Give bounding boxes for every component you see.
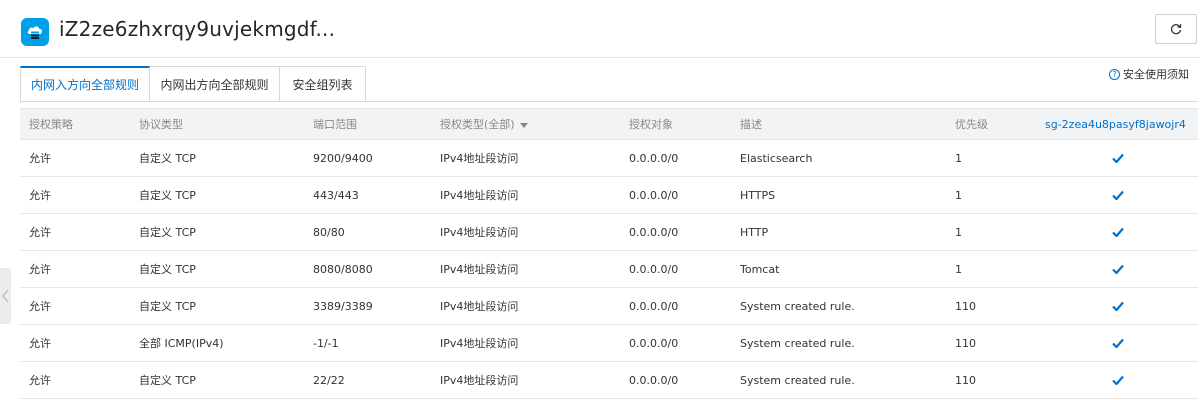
cell-priority: 1 bbox=[955, 152, 962, 165]
checkmark-icon bbox=[1112, 375, 1124, 385]
table-row: 允许 自定义 TCP 22/22 IPv4地址段访问 0.0.0.0/0 System c… bbox=[20, 362, 1198, 399]
cell-ports: -1/-1 bbox=[313, 337, 339, 350]
cell-auth-type: IPv4地址段访问 bbox=[440, 300, 519, 313]
column-header-target: 授权对象 bbox=[629, 118, 673, 131]
table-body: 允许 自定义 TCP 9200/9400 IPv4地址段访问 0.0.0.0/0 Elas… bbox=[20, 140, 1198, 399]
cell-description: System created rule. bbox=[740, 300, 855, 313]
cell-description: System created rule. bbox=[740, 374, 855, 387]
cell-target: 0.0.0.0/0 bbox=[629, 263, 679, 276]
chevron-left-icon bbox=[2, 289, 9, 303]
sidebar-collapse-handle[interactable] bbox=[0, 268, 11, 324]
tab-outbound-rules[interactable]: 内网出方向全部规则 bbox=[150, 66, 280, 102]
cell-protocol: 自定义 TCP bbox=[139, 152, 196, 165]
cell-priority: 1 bbox=[955, 226, 962, 239]
column-header-description: 描述 bbox=[740, 118, 762, 131]
column-header-ports: 端口范围 bbox=[313, 118, 357, 131]
refresh-icon bbox=[1170, 24, 1182, 35]
table-row: 允许 自定义 TCP 443/443 IPv4地址段访问 0.0.0.0/0 HTTPS 1 bbox=[20, 177, 1198, 214]
cell-policy: 允许 bbox=[29, 152, 51, 165]
cell-protocol: 自定义 TCP bbox=[139, 189, 196, 202]
table-header: 授权策略 协议类型 端口范围 授权类型(全部) 授权对象 描述 优先级 sg-2… bbox=[20, 109, 1198, 140]
checkmark-icon bbox=[1112, 190, 1124, 200]
cell-priority: 110 bbox=[955, 337, 976, 350]
checkmark-icon bbox=[1112, 338, 1124, 348]
auth-type-filter-label: 授权类型(全部) bbox=[440, 118, 515, 131]
cell-ports: 8080/8080 bbox=[313, 263, 373, 276]
cell-description: Tomcat bbox=[740, 263, 780, 276]
cell-description: HTTP bbox=[740, 226, 769, 239]
cell-policy: 允许 bbox=[29, 374, 51, 387]
cell-ports: 22/22 bbox=[313, 374, 345, 387]
cell-target: 0.0.0.0/0 bbox=[629, 337, 679, 350]
cell-priority: 1 bbox=[955, 263, 962, 276]
cell-protocol: 自定义 TCP bbox=[139, 374, 196, 387]
table-row: 允许 自定义 TCP 3389/3389 IPv4地址段访问 0.0.0.0/0 Syst… bbox=[20, 288, 1198, 325]
refresh-button[interactable] bbox=[1155, 14, 1197, 44]
security-notice-link[interactable]: ? 安全使用须知 bbox=[1109, 66, 1189, 82]
cell-target: 0.0.0.0/0 bbox=[629, 300, 679, 313]
cell-description: System created rule. bbox=[740, 337, 855, 350]
cell-priority: 110 bbox=[955, 374, 976, 387]
checkmark-icon bbox=[1112, 153, 1124, 163]
column-header-priority: 优先级 bbox=[955, 118, 988, 131]
cell-ports: 9200/9400 bbox=[313, 152, 373, 165]
cell-auth-type: IPv4地址段访问 bbox=[440, 226, 519, 239]
cell-auth-type: IPv4地址段访问 bbox=[440, 152, 519, 165]
column-header-auth-type[interactable]: 授权类型(全部) bbox=[440, 109, 528, 140]
cell-ports: 443/443 bbox=[313, 189, 359, 202]
tab-inbound-rules[interactable]: 内网入方向全部规则 bbox=[20, 66, 150, 102]
cell-policy: 允许 bbox=[29, 337, 51, 350]
cell-description: HTTPS bbox=[740, 189, 776, 202]
tab-security-groups[interactable]: 安全组列表 bbox=[280, 66, 366, 102]
table-row: 允许 自定义 TCP 9200/9400 IPv4地址段访问 0.0.0.0/0 Elas… bbox=[20, 140, 1198, 177]
checkmark-icon bbox=[1112, 301, 1124, 311]
cell-priority: 1 bbox=[955, 189, 962, 202]
checkmark-icon bbox=[1112, 227, 1124, 237]
cell-auth-type: IPv4地址段访问 bbox=[440, 263, 519, 276]
cell-priority: 110 bbox=[955, 300, 976, 313]
cell-target: 0.0.0.0/0 bbox=[629, 152, 679, 165]
cell-policy: 允许 bbox=[29, 263, 51, 276]
table-row: 允许 自定义 TCP 80/80 IPv4地址段访问 0.0.0.0/0 HTTP 1 bbox=[20, 214, 1198, 251]
caret-down-icon bbox=[519, 122, 528, 128]
cell-target: 0.0.0.0/0 bbox=[629, 226, 679, 239]
cell-target: 0.0.0.0/0 bbox=[629, 374, 679, 387]
question-circle-icon: ? bbox=[1109, 68, 1120, 80]
cell-policy: 允许 bbox=[29, 226, 51, 239]
rule-tabs: 内网入方向全部规则 内网出方向全部规则 安全组列表 bbox=[20, 66, 366, 102]
cell-protocol: 自定义 TCP bbox=[139, 300, 196, 313]
cell-auth-type: IPv4地址段访问 bbox=[440, 189, 519, 202]
cell-ports: 80/80 bbox=[313, 226, 345, 239]
table-row: 允许 自定义 TCP 8080/8080 IPv4地址段访问 0.0.0.0/0 Tomc… bbox=[20, 251, 1198, 288]
cell-protocol: 全部 ICMP(IPv4) bbox=[139, 337, 224, 350]
cell-auth-type: IPv4地址段访问 bbox=[440, 337, 519, 350]
page-title: iZ2ze6zhxrqy9uvjekmgdf... bbox=[59, 17, 336, 41]
column-header-security-group[interactable]: sg-2zea4u8pasyf8jawojr4 bbox=[1045, 109, 1186, 140]
column-header-protocol: 协议类型 bbox=[139, 118, 183, 131]
cloud-server-icon bbox=[21, 18, 49, 46]
header-divider bbox=[0, 57, 1200, 58]
cell-policy: 允许 bbox=[29, 189, 51, 202]
table-row: 允许 全部 ICMP(IPv4) -1/-1 IPv4地址段访问 0.0.0.0/0 Sy… bbox=[20, 325, 1198, 362]
cell-description: Elasticsearch bbox=[740, 152, 813, 165]
cell-target: 0.0.0.0/0 bbox=[629, 189, 679, 202]
cell-ports: 3389/3389 bbox=[313, 300, 373, 313]
column-header-policy: 授权策略 bbox=[29, 118, 73, 131]
tab-divider bbox=[20, 101, 1198, 102]
cell-protocol: 自定义 TCP bbox=[139, 263, 196, 276]
security-notice-label: 安全使用须知 bbox=[1123, 68, 1189, 81]
checkmark-icon bbox=[1112, 264, 1124, 274]
cell-auth-type: IPv4地址段访问 bbox=[440, 374, 519, 387]
cell-protocol: 自定义 TCP bbox=[139, 226, 196, 239]
security-rules-table: 授权策略 协议类型 端口范围 授权类型(全部) 授权对象 描述 优先级 sg-2… bbox=[20, 108, 1198, 399]
page-header: iZ2ze6zhxrqy9uvjekmgdf... bbox=[0, 0, 1200, 60]
cell-policy: 允许 bbox=[29, 300, 51, 313]
